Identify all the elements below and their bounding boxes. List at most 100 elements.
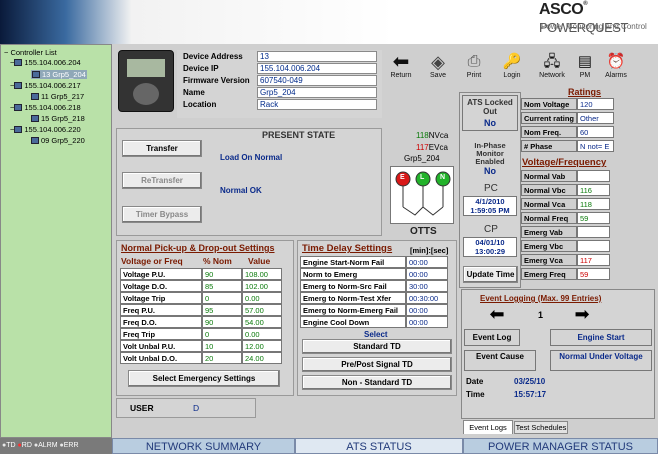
print-button[interactable]: ⎙ Print <box>461 52 487 79</box>
pc-time: 4/1/2010 1:59:05 PM <box>463 196 517 216</box>
vf-label: Normal Freq <box>521 212 577 224</box>
time-delay-row: Engine Start-Norm Fail 00:00 <box>300 256 454 268</box>
vf-label: Emerg Freq <box>521 268 577 280</box>
network-button[interactable]: 🖧 Network <box>537 52 567 79</box>
time-delay-value[interactable]: 00:00 <box>406 304 448 316</box>
time-delay-value[interactable]: 00:00 <box>406 268 448 280</box>
vf-value: 59 <box>577 212 610 224</box>
pickup-value: 102.00 <box>242 280 282 292</box>
name-field: Grp5_204 <box>257 87 377 98</box>
event-next-button[interactable]: ➡ <box>569 305 595 323</box>
ats-locked-value: No <box>484 118 496 128</box>
pickup-percent[interactable]: 0 <box>202 328 242 340</box>
pickup-row: Voltage D.O. 85 102.00 <box>120 280 290 292</box>
location-field: Rack <box>257 99 377 110</box>
tree-node-2[interactable]: −155.104.006.217 <box>10 81 81 90</box>
source-l-indicator: L <box>420 174 425 181</box>
tab-test-schedules[interactable]: Test Schedules <box>514 421 568 434</box>
save-button[interactable]: ◈ Save <box>424 52 452 79</box>
return-button[interactable]: ⬅ Return <box>386 52 416 79</box>
lcd-screen <box>127 59 165 77</box>
pickup-row: Voltage P.U. 90 108.00 <box>120 268 290 280</box>
pickup-percent[interactable]: 85 <box>202 280 242 292</box>
pickup-percent[interactable]: 95 <box>202 304 242 316</box>
time-delay-title: Time Delay Settings <box>302 243 393 254</box>
alarm-clock-icon: ⏰ <box>606 53 626 70</box>
rd-led-label: RD <box>21 442 32 449</box>
pickup-percent[interactable]: 0 <box>202 292 242 304</box>
arrow-left-icon: ⬅ <box>489 304 505 324</box>
tree-node-1[interactable]: −155.104.006.204 <box>10 58 81 67</box>
time-delay-value[interactable]: 00:30:00 <box>406 292 448 304</box>
time-delay-value[interactable]: 30:00 <box>406 280 448 292</box>
time-delay-row: Engine Cool Down 00:00 <box>300 316 454 328</box>
tree-child-3[interactable]: 15 Grp5_218 <box>31 114 85 123</box>
tab-power-manager-status[interactable]: POWER MANAGER STATUS <box>463 438 658 454</box>
retransfer-button[interactable]: ReTransfer <box>122 172 202 189</box>
user-value: D <box>193 403 200 413</box>
pickup-name: Voltage Trip <box>120 292 202 304</box>
user-label: USER <box>130 403 154 413</box>
pre-post-signal-td-button[interactable]: Pre/Post Signal TD <box>302 357 452 372</box>
select-emergency-settings-button[interactable]: Select Emergency Settings <box>128 370 280 387</box>
non-standard-td-button[interactable]: Non - Standard TD <box>302 375 452 390</box>
pickup-percent[interactable]: 20 <box>202 352 242 364</box>
present-state-2: Normal OK <box>220 186 262 195</box>
device-address-field: 13 <box>257 51 377 62</box>
time-delay-table: Engine Start-Norm Fail 00:00 Norm to Emerg… <box>300 256 454 328</box>
tree-root[interactable]: − Controller List <box>4 48 57 57</box>
tree-node-4[interactable]: −155.104.006.220 <box>10 125 81 134</box>
pickup-row: Volt Unbal P.U. 10 12.00 <box>120 340 290 352</box>
pm-button[interactable]: ▤ PM <box>574 52 596 79</box>
time-delay-row: Emerg to Norm-Test Xfer 00:30:00 <box>300 292 454 304</box>
ratings-row: # Phase N not= E <box>521 140 654 152</box>
update-time-button[interactable]: Update Time <box>463 266 518 283</box>
vf-value: 118 <box>577 198 610 210</box>
time-delay-value[interactable]: 00:00 <box>406 256 448 268</box>
pickup-value: 108.00 <box>242 268 282 280</box>
ratings-label: # Phase <box>521 140 577 152</box>
voltage-frequency-title: Voltage/Frequency <box>522 157 607 168</box>
tree-child-4[interactable]: 09 Grp5_220 <box>31 136 85 145</box>
time-delay-value[interactable]: 00:00 <box>406 316 448 328</box>
device-info: Device Address 13 Device IP 155.104.006.… <box>177 50 382 118</box>
tab-network-summary[interactable]: NETWORK SUMMARY <box>112 438 295 454</box>
pickup-name: Volt Unbal D.O. <box>120 352 202 364</box>
timer-bypass-button[interactable]: Timer Bypass <box>122 206 202 223</box>
login-button[interactable]: 🔑 Login <box>499 52 525 79</box>
arrow-left-icon: ⬅ <box>392 51 410 73</box>
source-e-indicator: E <box>400 174 405 181</box>
pickup-name: Voltage D.O. <box>120 280 202 292</box>
tree-child-2[interactable]: 11 Grp5_217 <box>31 92 84 101</box>
ratings-row: Current rating Other <box>521 112 654 124</box>
device-ip-label: Device IP <box>183 64 219 73</box>
ratings-row: Nom Voltage 120 <box>521 98 654 110</box>
vf-label: Normal Vbc <box>521 184 577 196</box>
alarms-button[interactable]: ⏰ Alarms <box>602 52 630 79</box>
tab-event-logs[interactable]: Event Logs <box>463 420 513 434</box>
otts-group: Grp5_204 <box>404 154 440 163</box>
event-prev-button[interactable]: ⬅ <box>484 305 510 323</box>
pickup-row: Freq Trip 0 0.00 <box>120 328 290 340</box>
pickup-percent[interactable]: 10 <box>202 340 242 352</box>
pickup-percent[interactable]: 90 <box>202 316 242 328</box>
tree-node-3[interactable]: −155.104.006.218 <box>10 103 81 112</box>
device-address-label: Device Address <box>183 52 243 61</box>
tree-child-1[interactable]: 13 Grp5_204 <box>31 70 87 79</box>
pickup-row: Freq P.U. 95 57.00 <box>120 304 290 316</box>
ratings-table: Nom Voltage 120 Current rating Other Nom Fre… <box>521 98 654 154</box>
controller-tree: − Controller List −155.104.006.204 13 Gr… <box>0 44 112 438</box>
standard-td-button[interactable]: Standard TD <box>302 339 452 354</box>
otts-nvca: 118NVca <box>416 131 449 140</box>
time-delay-name: Engine Cool Down <box>300 316 406 328</box>
transfer-button[interactable]: Transfer <box>122 140 202 157</box>
event-time-label: Time <box>466 390 485 399</box>
pickup-name: Freq D.O. <box>120 316 202 328</box>
pickup-percent[interactable]: 90 <box>202 268 242 280</box>
alrm-led-label: ALRM <box>38 442 58 449</box>
time-delay-name: Norm to Emerg <box>300 268 406 280</box>
tab-ats-status[interactable]: ATS STATUS <box>295 438 463 454</box>
event-cause-label: Event Cause <box>464 350 536 371</box>
time-delay-name: Emerg to Norm-Src Fail <box>300 280 406 292</box>
present-state-title: PRESENT STATE <box>262 130 336 140</box>
